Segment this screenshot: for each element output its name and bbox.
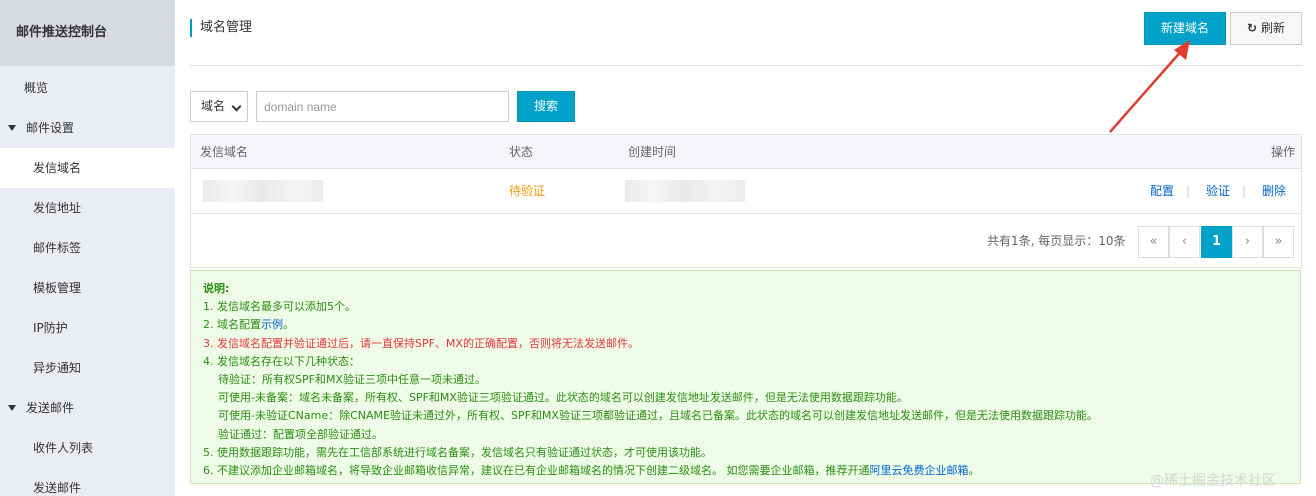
domain-table: 发信域名 状态 创建时间 操作 待验证 配置 | 验证 | 删除 共有1条, 每… <box>190 134 1302 268</box>
notice-status-line: 可使用-未备案：域名未备案，所有权、SPF和MX验证三项验证通过。此状态的域名可… <box>218 391 908 405</box>
refresh-icon: ↻ <box>1246 21 1258 35</box>
notice-text: 2. 域名配置 <box>203 318 261 332</box>
action-separator: | <box>1186 184 1191 198</box>
notice-status-line: 可使用-未验证CName：除CNAME验证未通过外，所有权、SPF和MX验证三项… <box>218 409 1098 423</box>
caret-down-icon <box>8 404 16 411</box>
configure-link[interactable]: 配置 <box>1150 169 1174 213</box>
page-next-button[interactable]: › <box>1232 226 1263 258</box>
caret-down-icon <box>8 124 16 131</box>
cell-status: 待验证 <box>509 184 546 198</box>
page-1-button[interactable]: 1 <box>1201 226 1232 258</box>
watermark: @稀土掘金技术社区 <box>1150 473 1276 489</box>
notice-heading: 说明: <box>203 282 230 295</box>
notice-line: 4. 发信域名存在以下几种状态： <box>203 354 360 368</box>
console-title: 邮件推送控制台 <box>0 0 175 66</box>
sidebar-group-label: 发送邮件 <box>26 401 75 415</box>
notice-text: 。 <box>968 464 980 478</box>
sidebar-item-recipient-lists[interactable]: 收件人列表 <box>0 428 175 468</box>
table-row: 待验证 配置 | 验证 | 删除 <box>191 169 1301 214</box>
notice-line: 6. 不建议添加企业邮箱域名，将导致企业邮箱收信异常，建议在已有企业邮箱域名的情… <box>203 462 1288 480</box>
sidebar-group-label: 邮件设置 <box>26 121 75 135</box>
sidebar: 邮件推送控制台 概览 邮件设置 发信域名 发信地址 邮件标签 模板管理 IP防护… <box>0 0 175 496</box>
free-enterprise-mail-link[interactable]: 阿里云免费企业邮箱 <box>869 464 968 477</box>
column-status: 状态 <box>509 145 534 159</box>
pagination-info: 共有1条, 每页显示：10条 <box>987 234 1126 248</box>
notice-text: 6. 不建议添加企业邮箱域名，将导致企业邮箱收信异常，建议在已有企业邮箱域名的情… <box>203 464 870 478</box>
example-link[interactable]: 示例 <box>261 318 283 331</box>
column-actions: 操作 <box>1270 145 1295 159</box>
domain-search-input[interactable] <box>256 91 509 122</box>
sidebar-group-send-mail[interactable]: 发送邮件 <box>0 388 175 428</box>
redacted-created-time <box>625 180 745 202</box>
filter-type-value: 域名 <box>201 99 226 113</box>
refresh-button[interactable]: ↻ 刷新 <box>1230 12 1302 45</box>
search-button[interactable]: 搜索 <box>517 91 575 122</box>
column-created: 创建时间 <box>628 145 677 159</box>
sidebar-item-async-notify[interactable]: 异步通知 <box>0 348 175 388</box>
column-domain: 发信域名 <box>200 145 249 159</box>
chevron-down-icon <box>231 101 242 112</box>
pagination: 共有1条, 每页显示：10条 « ‹ 1 › » <box>191 214 1301 267</box>
page-prev-button[interactable]: ‹ <box>1169 226 1200 258</box>
sidebar-item-send-mail[interactable]: 发送邮件 <box>0 468 175 496</box>
redacted-domain <box>203 180 323 202</box>
sidebar-item-mail-tags[interactable]: 邮件标签 <box>0 228 175 268</box>
sidebar-item-sender-addresses[interactable]: 发信地址 <box>0 188 175 228</box>
notice-line: 2. 域名配置示例。 <box>203 316 1288 334</box>
action-separator: | <box>1242 184 1247 198</box>
sidebar-item-ip-protection[interactable]: IP防护 <box>0 308 175 348</box>
page-last-button[interactable]: » <box>1263 226 1294 258</box>
delete-link[interactable]: 删除 <box>1262 169 1286 213</box>
refresh-label: 刷新 <box>1261 21 1286 35</box>
page-title: 域名管理 <box>190 19 252 37</box>
sidebar-group-mail-settings[interactable]: 邮件设置 <box>0 108 175 148</box>
sidebar-item-sender-domains[interactable]: 发信域名 <box>0 148 175 188</box>
notice-line: 1. 发信域名最多可以添加5个。 <box>203 300 356 314</box>
page-first-button[interactable]: « <box>1138 226 1169 258</box>
notice-warning-line: 3. 发信域名配置并验证通过后，请一直保持SPF、MX的正确配置，否则将无法发送… <box>203 336 639 350</box>
table-header: 发信域名 状态 创建时间 操作 <box>191 135 1301 169</box>
notice-box: 说明: 1. 发信域名最多可以添加5个。 2. 域名配置示例。 3. 发信域名配… <box>190 270 1301 484</box>
notice-line: 5. 使用数据跟踪功能，需先在工信部系统进行域名备案，发信域名只有验证通过状态，… <box>203 445 712 459</box>
annotation-arrow-icon <box>1109 40 1190 133</box>
filter-type-select[interactable]: 域名 <box>190 91 248 122</box>
notice-status-line: 待验证：所有权SPF和MX验证三项中任意一项未通过。 <box>218 373 486 387</box>
notice-status-line: 验证通过：配置项全部验证通过。 <box>218 427 383 441</box>
sidebar-item-overview[interactable]: 概览 <box>0 68 175 108</box>
sidebar-item-templates[interactable]: 模板管理 <box>0 268 175 308</box>
verify-link[interactable]: 验证 <box>1206 169 1230 213</box>
notice-text: 。 <box>283 318 294 332</box>
